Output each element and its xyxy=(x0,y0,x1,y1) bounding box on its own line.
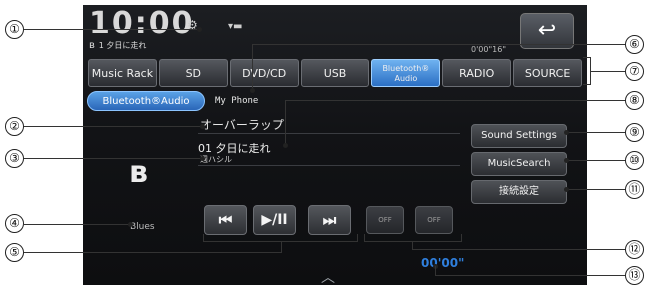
callout-9: ⑨ xyxy=(625,123,644,142)
leader-dot xyxy=(564,130,569,135)
genre: Blues xyxy=(130,222,155,232)
leader-line xyxy=(566,132,625,133)
status-track: 1 夕日に走れ xyxy=(98,41,147,50)
tab-music-rack[interactable]: Music Rack xyxy=(88,59,157,87)
leader-line xyxy=(285,100,286,145)
tab-source[interactable]: SOURCE xyxy=(513,59,583,87)
tab-radio[interactable]: RADIO xyxy=(442,59,512,87)
bluetooth-audio-button[interactable]: Bluetooth®Audio xyxy=(87,91,205,111)
album-title: オーバーラップ xyxy=(200,118,284,132)
leader-line xyxy=(24,29,199,30)
callout-11: ⑪ xyxy=(625,180,644,199)
leader-line xyxy=(285,100,625,101)
sound-settings-button[interactable]: Sound Settings xyxy=(471,124,567,148)
callout-7: ⑦ xyxy=(625,62,644,81)
tab-usb[interactable]: USB xyxy=(300,59,370,87)
leader-line xyxy=(252,44,625,45)
repeat-icon: OFF xyxy=(427,216,441,224)
playback-time: 00'00" xyxy=(421,256,465,270)
bluetooth-logo-icon: ʙ xyxy=(129,155,148,190)
artist-name: 週ハシル xyxy=(200,155,232,164)
tab-sd[interactable]: SD xyxy=(158,59,228,87)
divider xyxy=(198,133,460,134)
clock: 10:00 xyxy=(89,6,195,41)
callout-6: ⑥ xyxy=(625,35,644,54)
audio-screen: 10:00 ⚙ ▾▬ ʙ1 夕日に走れ 0'00"16" ↩ Music Rac… xyxy=(83,5,587,285)
callout-13: ⑬ xyxy=(625,266,644,285)
mode-bracket xyxy=(364,234,462,242)
callout-8: ⑧ xyxy=(625,91,644,110)
leader-dot xyxy=(128,222,133,227)
bluetooth-small-icon: ʙ xyxy=(89,40,95,51)
tab-bluetooth-audio[interactable]: Bluetooth® Audio xyxy=(371,59,441,87)
elapsed-time-top: 0'00"16" xyxy=(471,45,507,54)
leader-line xyxy=(281,242,282,252)
previous-track-button[interactable]: ⏮ xyxy=(204,205,247,235)
leader-dot xyxy=(564,187,569,192)
leader-line xyxy=(24,224,130,225)
music-search-button[interactable]: MusicSearch xyxy=(471,152,567,176)
leader-dot xyxy=(200,124,205,129)
callout-10: ⑩ xyxy=(625,151,644,170)
leader-line xyxy=(435,275,625,276)
callout-2: ② xyxy=(5,117,24,136)
leader-dot xyxy=(200,156,205,161)
repeat-button[interactable]: OFF xyxy=(415,206,453,234)
next-icon: ⏭ xyxy=(322,211,337,229)
tab-dvd-cd[interactable]: DVD/CD xyxy=(229,59,299,87)
signal-battery-icon: ▾▬ xyxy=(228,21,243,32)
chevron-up-icon[interactable]: ︿ xyxy=(321,267,335,285)
leader-dot xyxy=(250,88,255,93)
leader-line xyxy=(591,71,625,72)
connection-settings-button[interactable]: 接続設定 xyxy=(471,180,567,204)
leader-line xyxy=(24,252,282,253)
device-name: My Phone xyxy=(215,96,259,106)
leader-line xyxy=(566,160,625,161)
shuffle-button[interactable]: OFF xyxy=(366,206,404,234)
leader-dot xyxy=(564,158,569,163)
source-tabs: Music Rack SD DVD/CD USB Bluetooth® Audio RAD… xyxy=(87,59,583,87)
leader-line xyxy=(412,249,625,250)
back-arrow-icon: ↩ xyxy=(537,18,557,43)
callout-12: ⑫ xyxy=(625,240,644,259)
play-pause-icon: ▶/II xyxy=(261,212,288,228)
next-track-button[interactable]: ⏭ xyxy=(308,205,351,235)
leader-line xyxy=(566,189,625,190)
leader-line xyxy=(252,44,253,90)
previous-icon: ⏮ xyxy=(218,211,233,229)
divider xyxy=(198,165,460,166)
callout-5: ⑤ xyxy=(5,243,24,262)
controls-bracket xyxy=(203,234,358,242)
leader-dot xyxy=(197,27,202,32)
leader-line xyxy=(24,126,202,127)
callout-4: ④ xyxy=(5,214,24,233)
play-pause-button[interactable]: ▶/II xyxy=(253,205,296,235)
bt-status-line: ʙ1 夕日に走れ xyxy=(89,40,146,51)
callout-1: ① xyxy=(5,20,24,39)
leader-dot xyxy=(283,143,288,148)
tabs-bracket xyxy=(583,57,591,85)
callout-3: ③ xyxy=(5,149,24,168)
shuffle-icon: OFF xyxy=(378,216,392,224)
leader-line xyxy=(24,158,202,159)
